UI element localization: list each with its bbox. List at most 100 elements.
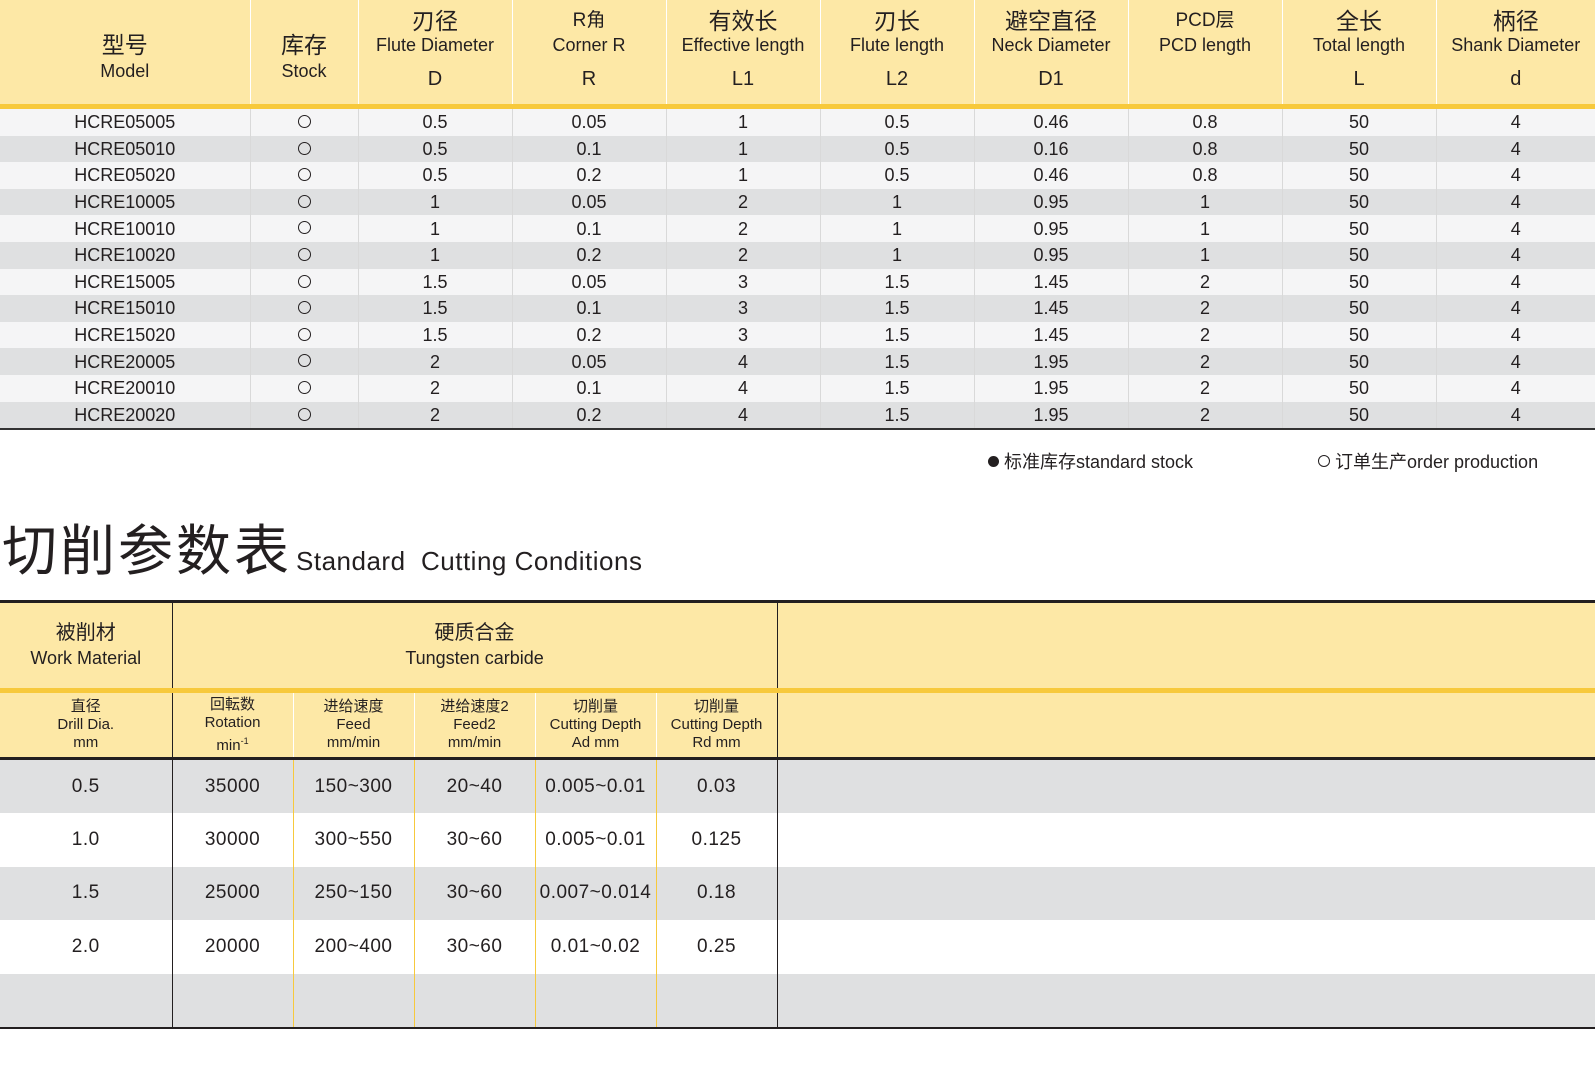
header-en: Flute Diameter [375, 35, 495, 55]
table-cell [250, 401, 359, 431]
open-circle-icon [1318, 455, 1330, 467]
header-symbol: L2 [885, 68, 909, 90]
order-production-circle-icon [297, 194, 311, 208]
table-cell: 4 [1436, 241, 1595, 269]
header-symbol: L1 [731, 68, 755, 90]
table-cell: 50 [1282, 135, 1437, 163]
table-cell: HCRE05020 [0, 162, 251, 189]
subheader-line: 切削量 [694, 698, 740, 715]
table-cell: 1.95 [974, 374, 1129, 402]
order-production-circle-icon [297, 380, 311, 394]
empty-cell [777, 813, 1595, 867]
table-cell [293, 973, 415, 1029]
header-en: Neck Diameter [991, 35, 1111, 55]
table-cell: 0.01~0.02 [535, 920, 657, 974]
table-cell: 0.46 [974, 106, 1129, 136]
spec-table-body: HCRE05005 0.5 0.05 1 0.5 0.46 0.8 50 4 HCRE05010 0… [0, 106, 1595, 431]
table-cell: 250~150 [293, 866, 415, 921]
rotation-unit-exponent: -1 [240, 735, 249, 746]
table-cell: HCRE15010 [0, 295, 251, 322]
table-cell [250, 295, 359, 322]
subheader-line: Rd mm [692, 734, 741, 751]
table-cell: 0.007~0.014 [535, 866, 657, 921]
table-row: HCRE05020 0.5 0.2 1 0.5 0.46 0.8 50 4 [0, 162, 1595, 189]
table-cell: 1.95 [974, 348, 1129, 375]
table-row: HCRE05005 0.5 0.05 1 0.5 0.46 0.8 50 4 [0, 106, 1595, 136]
col-header-flute-diameter: 刃径 Flute Diameter D [358, 0, 513, 109]
table-cell: 1 [1128, 241, 1283, 269]
table-cell: 0.5 [820, 162, 975, 189]
subheader-line: Ad mm [571, 734, 620, 751]
legend-order-production: 订单生产order production [1318, 448, 1538, 474]
subheader-line: 回転数 [209, 695, 255, 713]
table-row: 1.0 30000 300~550 30~60 0.005~0.01 0.125 [0, 813, 1595, 867]
table-cell: 1.5 [0, 866, 173, 921]
table-cell: 4 [1436, 106, 1595, 136]
table-cell: 0.2 [512, 401, 667, 431]
subheader-line: Feed [336, 716, 371, 733]
col-header-total-length: 全长 Total length L [1282, 0, 1437, 109]
table-cell: 0.005~0.01 [535, 813, 657, 867]
table-cell: 1.5 [358, 321, 513, 349]
table-cell [0, 973, 173, 1029]
table-cell: 50 [1282, 268, 1437, 296]
table-cell: 200~400 [293, 920, 415, 974]
table-cell: 1 [820, 241, 975, 269]
table-cell: 1.5 [820, 295, 975, 322]
legend-standard-stock: 标准库存standard stock [988, 448, 1193, 474]
table-cell: 0.5 [358, 135, 513, 163]
table-cell [250, 135, 359, 163]
cutting-header-row-1: 被削材 Work Material 硬质合金 Tungsten carbide [0, 603, 1595, 693]
table-cell: 1.5 [820, 321, 975, 349]
subheader-line: 进给速度 [323, 698, 384, 715]
empty-subheader-cell [777, 690, 1595, 760]
empty-header-cell [777, 603, 1595, 693]
header-symbol: D1 [1038, 68, 1064, 90]
cutting-conditions-table: 被削材 Work Material 硬质合金 Tungsten carbide … [0, 603, 1595, 1029]
work-material-en: Work Material [30, 647, 142, 668]
subheader-rotation: 回転数 Rotation min-1 [172, 690, 294, 760]
table-cell: 0.1 [512, 215, 667, 242]
order-production-circle-icon [297, 407, 311, 421]
table-cell: 4 [1436, 135, 1595, 163]
table-cell: 4 [666, 348, 821, 375]
table-cell: 25000 [172, 866, 294, 921]
section-title: 切削参数表 Standard Cutting Conditions [2, 506, 642, 586]
header-en: Total length [1312, 35, 1406, 55]
filled-circle-icon [988, 456, 999, 467]
table-cell: 50 [1282, 106, 1437, 136]
table-cell [250, 162, 359, 189]
table-cell [250, 321, 359, 349]
table-cell: 0.125 [656, 813, 778, 867]
legend-label: 订单生产order production [1335, 452, 1539, 472]
header-en: Shank Diameter [1451, 35, 1581, 55]
subheader-line: 进给速度2 [440, 698, 509, 715]
table-cell: HCRE05005 [0, 106, 251, 136]
order-production-circle-icon [297, 115, 311, 129]
table-cell: 30~60 [414, 813, 536, 867]
table-cell: 1.5 [358, 295, 513, 322]
table-cell: 0.5 [358, 162, 513, 189]
table-cell: 4 [666, 401, 821, 431]
table-cell: 30~60 [414, 866, 536, 921]
order-production-circle-icon [297, 221, 311, 235]
table-cell: 0.46 [974, 162, 1129, 189]
subheader-line: Drill Dia. [57, 716, 115, 733]
table-cell: 2 [1128, 374, 1283, 402]
cutting-header-row-2: 直径 Drill Dia. mm 回転数 Rotation min-1 进给速度… [0, 690, 1595, 760]
table-cell: 1 [358, 215, 513, 242]
order-production-circle-icon [297, 327, 311, 341]
header-zh: PCD层 [1175, 10, 1235, 31]
table-cell: 2 [358, 374, 513, 402]
empty-cell [777, 758, 1595, 814]
table-cell: 0.1 [512, 374, 667, 402]
table-row: HCRE20005 2 0.05 4 1.5 1.95 2 50 4 [0, 348, 1595, 375]
work-material-zh: 被削材 [55, 621, 116, 644]
header-en: Effective length [681, 35, 805, 55]
table-cell: 2 [358, 401, 513, 431]
table-cell: HCRE15005 [0, 268, 251, 296]
subheader-line: Feed2 [453, 716, 496, 733]
table-cell: 20000 [172, 920, 294, 974]
col-header-shank-diameter: 柄径 Shank Diameter d [1436, 0, 1595, 109]
table-cell: 1.0 [0, 813, 173, 867]
